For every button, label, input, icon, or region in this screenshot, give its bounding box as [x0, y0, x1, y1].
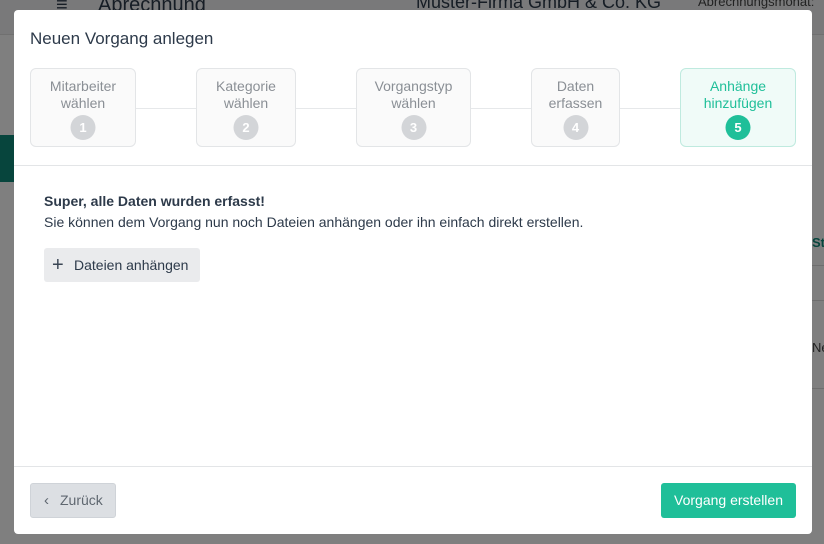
new-process-dialog: Neuen Vorgang anlegen Mitarbeiter wählen …: [14, 10, 812, 534]
step-add-attachments[interactable]: Anhänge hinzufügen 5: [680, 68, 796, 147]
step-select-employee[interactable]: Mitarbeiter wählen 1: [30, 68, 136, 147]
step-select-process-type[interactable]: Vorgangstyp wählen 3: [356, 68, 471, 147]
step-number-badge: 1: [70, 115, 96, 140]
back-button[interactable]: ‹ Zurück: [30, 483, 116, 518]
back-label: Zurück: [60, 492, 103, 508]
plus-icon: +: [52, 254, 64, 276]
success-heading: Super, alle Daten wurden erfasst!: [44, 193, 265, 209]
step-label: Daten erfassen: [548, 78, 603, 111]
step-number-badge: 5: [725, 115, 751, 140]
divider: [14, 466, 812, 467]
step-enter-data[interactable]: Daten erfassen 4: [531, 68, 620, 147]
dialog-title: Neuen Vorgang anlegen: [30, 29, 214, 48]
step-label: Mitarbeiter wählen: [49, 78, 117, 111]
create-process-button[interactable]: Vorgang erstellen: [661, 483, 796, 518]
step-select-category[interactable]: Kategorie wählen 2: [196, 68, 296, 147]
step-label: Kategorie wählen: [216, 78, 276, 111]
step-label: Anhänge hinzufügen: [703, 78, 773, 111]
step-number-badge: 3: [401, 115, 426, 140]
chevron-left-icon: ‹: [44, 492, 49, 509]
divider: [14, 165, 812, 166]
step-label: Vorgangstyp wählen: [374, 78, 453, 111]
attach-files-label: Dateien anhängen: [74, 257, 189, 273]
success-message: Sie können dem Vorgang nun noch Dateien …: [44, 214, 584, 230]
attach-files-button[interactable]: + Dateien anhängen: [44, 248, 200, 282]
step-number-badge: 2: [233, 115, 259, 140]
step-number-badge: 4: [563, 115, 588, 140]
